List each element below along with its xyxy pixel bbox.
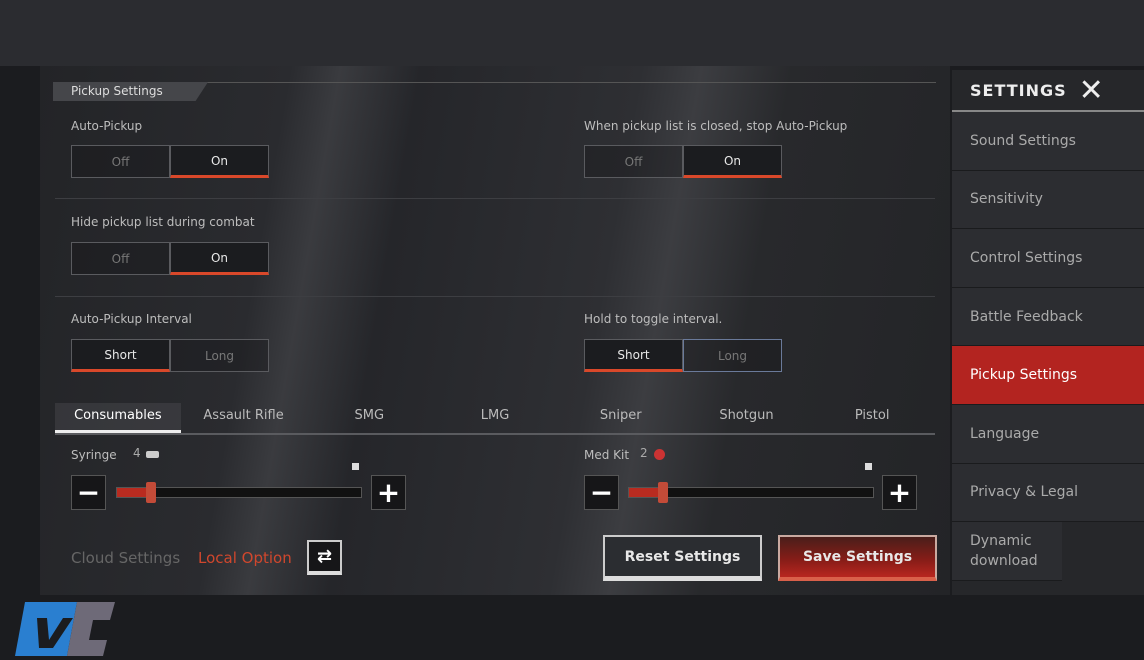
sidebar-item-sound-settings[interactable]: Sound Settings (952, 112, 1144, 171)
option-on[interactable]: On (170, 145, 269, 178)
medkit-slider[interactable] (628, 482, 874, 503)
option-short[interactable]: Short (71, 339, 170, 372)
option-short[interactable]: Short (584, 339, 683, 372)
slider-handle[interactable] (146, 482, 157, 503)
syringe-value: 4 (133, 446, 141, 460)
cloud-settings-option[interactable]: Cloud Settings (71, 549, 180, 567)
hold-toggle-interval-toggle[interactable]: Short Long (584, 339, 782, 372)
tab-consumables[interactable]: Consumables (55, 403, 181, 433)
sidebar-item-control-settings[interactable]: Control Settings (952, 229, 1144, 288)
medkit-value: 2 (640, 446, 648, 460)
hide-pickup-list-label: Hide pickup list during combat (71, 215, 255, 229)
syringe-slider[interactable] (116, 482, 362, 503)
divider (55, 198, 935, 199)
auto-pickup-toggle[interactable]: Off On (71, 145, 269, 178)
swap-icon[interactable]: ⇄ (307, 540, 342, 575)
option-on[interactable]: On (170, 242, 269, 275)
tab-sniper[interactable]: Sniper (558, 403, 684, 433)
sidebar-item-language[interactable]: Language (952, 404, 1144, 464)
sidebar-item-battle-feedback[interactable]: Battle Feedback (952, 287, 1144, 347)
tab-pistol[interactable]: Pistol (809, 403, 935, 433)
tab-smg[interactable]: SMG (306, 403, 432, 433)
option-on[interactable]: On (683, 145, 782, 178)
sidebar-title-text: SETTINGS (970, 80, 1067, 100)
interval-label: Auto-Pickup Interval (71, 312, 192, 326)
option-long[interactable]: Long (170, 339, 269, 372)
sidebar-item-pickup-settings[interactable]: Pickup Settings (952, 346, 1144, 405)
syringe-plus-button[interactable]: + (371, 475, 406, 510)
option-long[interactable]: Long (683, 339, 782, 372)
syringe-minus-button[interactable]: − (71, 475, 106, 510)
weapon-tabs: Consumables Assault Rifle SMG LMG Sniper… (55, 403, 935, 435)
max-marker (352, 463, 359, 470)
settings-sidebar: SETTINGS ✕ Sound Settings Sensitivity Con… (952, 70, 1144, 595)
option-off[interactable]: Off (71, 145, 170, 178)
close-icon[interactable]: ✕ (1079, 73, 1105, 108)
tab-assault-rifle[interactable]: Assault Rifle (181, 403, 307, 433)
sidebar-item-sensitivity[interactable]: Sensitivity (952, 170, 1144, 230)
option-off[interactable]: Off (584, 145, 683, 178)
local-option[interactable]: Local Option (198, 549, 292, 567)
vc-logo (15, 602, 115, 656)
medkit-icon (654, 449, 665, 460)
reset-settings-button[interactable]: Reset Settings (603, 535, 762, 581)
stop-auto-pickup-label: When pickup list is closed, stop Auto-Pi… (584, 119, 848, 133)
stop-auto-pickup-toggle[interactable]: Off On (584, 145, 782, 178)
option-off[interactable]: Off (71, 242, 170, 275)
auto-pickup-label: Auto-Pickup (71, 119, 143, 133)
tab-lmg[interactable]: LMG (432, 403, 558, 433)
slider-handle[interactable] (658, 482, 669, 503)
medkit-minus-button[interactable]: − (584, 475, 619, 510)
hold-toggle-label: Hold to toggle interval. (584, 312, 723, 326)
tab-shotgun[interactable]: Shotgun (684, 403, 810, 433)
interval-toggle[interactable]: Short Long (71, 339, 269, 372)
sidebar-item-privacy-legal[interactable]: Privacy & Legal (952, 463, 1144, 523)
medkit-label: Med Kit (584, 448, 630, 462)
top-bar (0, 0, 1144, 66)
sidebar-title: SETTINGS ✕ (952, 70, 1144, 112)
hide-pickup-list-toggle[interactable]: Off On (71, 242, 269, 275)
max-marker (865, 463, 872, 470)
divider (55, 296, 935, 297)
section-title: Pickup Settings (53, 82, 208, 101)
save-settings-button[interactable]: Save Settings (778, 535, 937, 581)
sidebar-item-dynamic-download[interactable]: Dynamic download (952, 522, 1062, 581)
syringe-icon (146, 451, 159, 458)
medkit-plus-button[interactable]: + (882, 475, 917, 510)
syringe-label: Syringe (71, 448, 117, 462)
